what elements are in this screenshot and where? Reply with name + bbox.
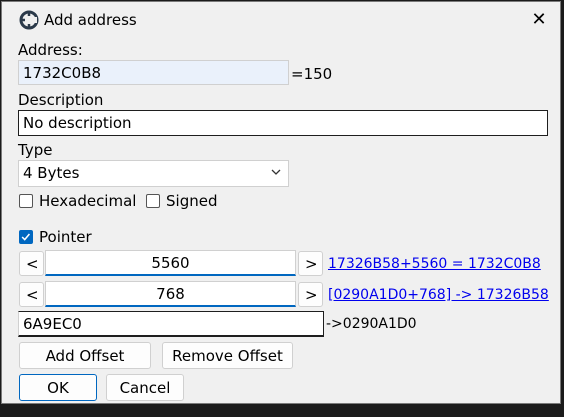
type-select-value: 4 Bytes bbox=[23, 164, 80, 182]
address-value-text: =150 bbox=[291, 65, 333, 83]
base-address-input[interactable] bbox=[18, 311, 324, 337]
signed-label: Signed bbox=[166, 192, 218, 210]
base-address-result: ->0290A1D0 bbox=[326, 316, 417, 332]
title-bar: Add address ✕ bbox=[2, 2, 560, 38]
description-input[interactable] bbox=[18, 110, 548, 136]
remove-offset-button[interactable]: Remove Offset bbox=[162, 342, 293, 369]
pointer-label: Pointer bbox=[39, 228, 92, 246]
offset-2-increment-button[interactable]: > bbox=[298, 282, 323, 307]
add-address-dialog: Add address ✕ Address: =150 Description … bbox=[1, 1, 561, 404]
window-title: Add address bbox=[44, 11, 137, 29]
offset-2-input[interactable] bbox=[45, 281, 296, 307]
chevron-down-icon bbox=[271, 169, 281, 175]
offset-1-input[interactable] bbox=[45, 250, 296, 276]
close-button[interactable]: ✕ bbox=[526, 8, 552, 32]
offset-1-increment-button[interactable]: > bbox=[298, 251, 323, 276]
address-label: Address: bbox=[18, 41, 83, 59]
hexadecimal-checkbox[interactable]: Hexadecimal bbox=[19, 192, 136, 210]
checkbox-box bbox=[19, 194, 33, 208]
pointer-checkbox[interactable]: Pointer bbox=[19, 228, 92, 246]
checkmark-icon bbox=[21, 233, 31, 241]
type-label: Type bbox=[18, 141, 53, 159]
description-label: Description bbox=[18, 91, 104, 109]
add-offset-button[interactable]: Add Offset bbox=[19, 342, 151, 369]
checkbox-box bbox=[19, 230, 33, 244]
ok-button[interactable]: OK bbox=[19, 374, 97, 401]
type-select[interactable]: 4 Bytes bbox=[18, 160, 289, 187]
close-icon: ✕ bbox=[531, 9, 547, 30]
offset-1-address-link[interactable]: 17326B58+5560 = 1732C0B8 bbox=[328, 256, 541, 272]
offset-2-address-link[interactable]: [0290A1D0+768] -> 17326B58 bbox=[328, 287, 549, 303]
offset-2-decrement-button[interactable]: < bbox=[19, 282, 44, 307]
cancel-button[interactable]: Cancel bbox=[106, 374, 184, 401]
hexadecimal-label: Hexadecimal bbox=[39, 192, 137, 210]
checkbox-box bbox=[146, 194, 160, 208]
signed-checkbox[interactable]: Signed bbox=[146, 192, 217, 210]
cheat-engine-icon bbox=[19, 10, 39, 30]
address-input[interactable] bbox=[18, 60, 289, 85]
offset-1-decrement-button[interactable]: < bbox=[19, 251, 44, 276]
